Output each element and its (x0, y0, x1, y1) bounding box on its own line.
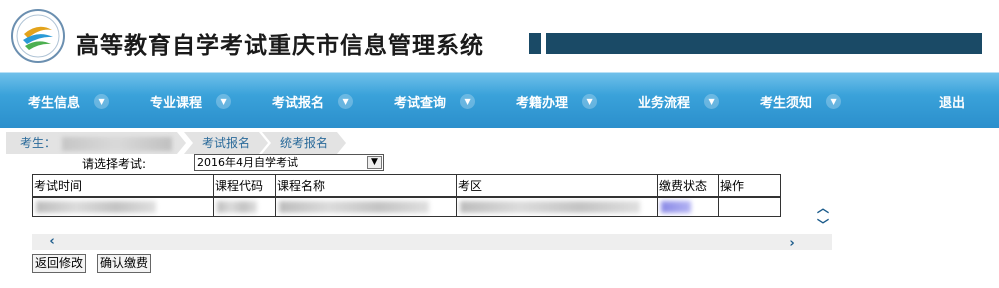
column-header: 课程代码 (213, 174, 276, 197)
table-cell-action[interactable] (718, 195, 781, 217)
table-cell-redacted (456, 195, 658, 217)
nav-item-exam-registration[interactable]: 考试报名 ▼ (272, 73, 354, 129)
exam-select-label: 请选择考试: (82, 156, 147, 171)
column-header: 课程名称 (275, 174, 457, 197)
table-cell-redacted (32, 195, 214, 217)
column-header: 考试时间 (32, 174, 214, 197)
exam-select[interactable]: 2016年4月自学考试 ▼ (194, 154, 384, 171)
exam-select-value: 2016年4月自学考试 (197, 156, 298, 169)
nav-item-label: 业务流程 (638, 95, 691, 111)
table-cell-redacted (657, 195, 719, 217)
nav-item-label: 考籍办理 (516, 95, 569, 111)
exam-logo-icon (11, 9, 65, 63)
nav-item-exam-query[interactable]: 考试查询 ▼ (394, 73, 476, 129)
chevron-down-icon: ▼ (704, 93, 720, 109)
app-title: 高等教育自学考试重庆市信息管理系统 (76, 33, 484, 59)
nav-item-business-process[interactable]: 业务流程 ▼ (638, 73, 720, 129)
nav-item-label: 考生信息 (28, 95, 81, 111)
app-header: 高等教育自学考试重庆市信息管理系统 (0, 0, 999, 72)
chevron-down-icon: ▼ (826, 93, 842, 109)
breadcrumb-student: 考生： (6, 132, 186, 154)
breadcrumb-unified-registration[interactable]: 统考报名 (262, 132, 346, 154)
nav-item-label: 考生须知 (760, 95, 813, 111)
scroll-right-icon[interactable]: › (784, 236, 800, 252)
nav-item-candidate-notice[interactable]: 考生须知 ▼ (760, 73, 842, 129)
nav-item-label: 考试报名 (272, 95, 325, 111)
chevron-down-icon: ▼ (216, 93, 232, 109)
breadcrumb-exam-registration[interactable]: 考试报名 (184, 132, 268, 154)
chevron-down-icon: ▼ (582, 93, 598, 109)
table-row (32, 195, 781, 217)
back-edit-button[interactable]: 返回修改 (32, 254, 87, 273)
chevron-down-icon: ▼ (94, 93, 110, 109)
main-nav: 考生信息 ▼ 专业课程 ▼ 考试报名 ▼ 考试查询 ▼ 考籍办理 ▼ 业务流程 … (0, 72, 999, 128)
scroll-up-icon[interactable]: ︿ (814, 200, 832, 217)
horizontal-scrollbar[interactable]: ‹ › (32, 234, 832, 252)
column-header: 考区 (456, 174, 658, 197)
table-header-row: 考试时间 课程代码 课程名称 考区 缴费状态 操作 (32, 174, 781, 197)
table-cell-redacted (213, 195, 276, 217)
title-accent-bar (546, 33, 982, 54)
chevron-down-icon: ▼ (338, 93, 354, 109)
scroll-left-icon[interactable]: ‹ (44, 234, 60, 250)
column-header: 缴费状态 (657, 174, 719, 197)
student-name-redacted (62, 137, 172, 151)
scroll-down-icon[interactable]: ﹀ (814, 217, 832, 234)
column-header: 操作 (718, 174, 781, 197)
exam-select-row: 请选择考试: 2016年4月自学考试 ▼ (82, 154, 384, 172)
student-prefix: 考生： (20, 136, 57, 150)
chevron-down-icon[interactable]: ▼ (367, 156, 382, 169)
nav-item-label: 考试查询 (394, 95, 447, 111)
vertical-scrollbar[interactable]: ︿ ﹀ (814, 200, 832, 234)
confirm-payment-button[interactable]: 确认缴费 (97, 254, 152, 273)
nav-item-student-info[interactable]: 考生信息 ▼ (28, 73, 110, 129)
nav-item-major-courses[interactable]: 专业课程 ▼ (150, 73, 232, 129)
table-cell-redacted (275, 195, 457, 217)
chevron-down-icon: ▼ (460, 93, 476, 109)
nav-item-label: 专业课程 (150, 95, 203, 111)
exam-course-table: 考试时间 课程代码 课程名称 考区 缴费状态 操作 (32, 174, 781, 217)
breadcrumb: 考生： 考试报名 统考报名 (0, 128, 999, 154)
title-accent-mark (529, 33, 541, 54)
nav-item-record-handling[interactable]: 考籍办理 ▼ (516, 73, 598, 129)
logout-link[interactable]: 退出 (939, 73, 965, 129)
